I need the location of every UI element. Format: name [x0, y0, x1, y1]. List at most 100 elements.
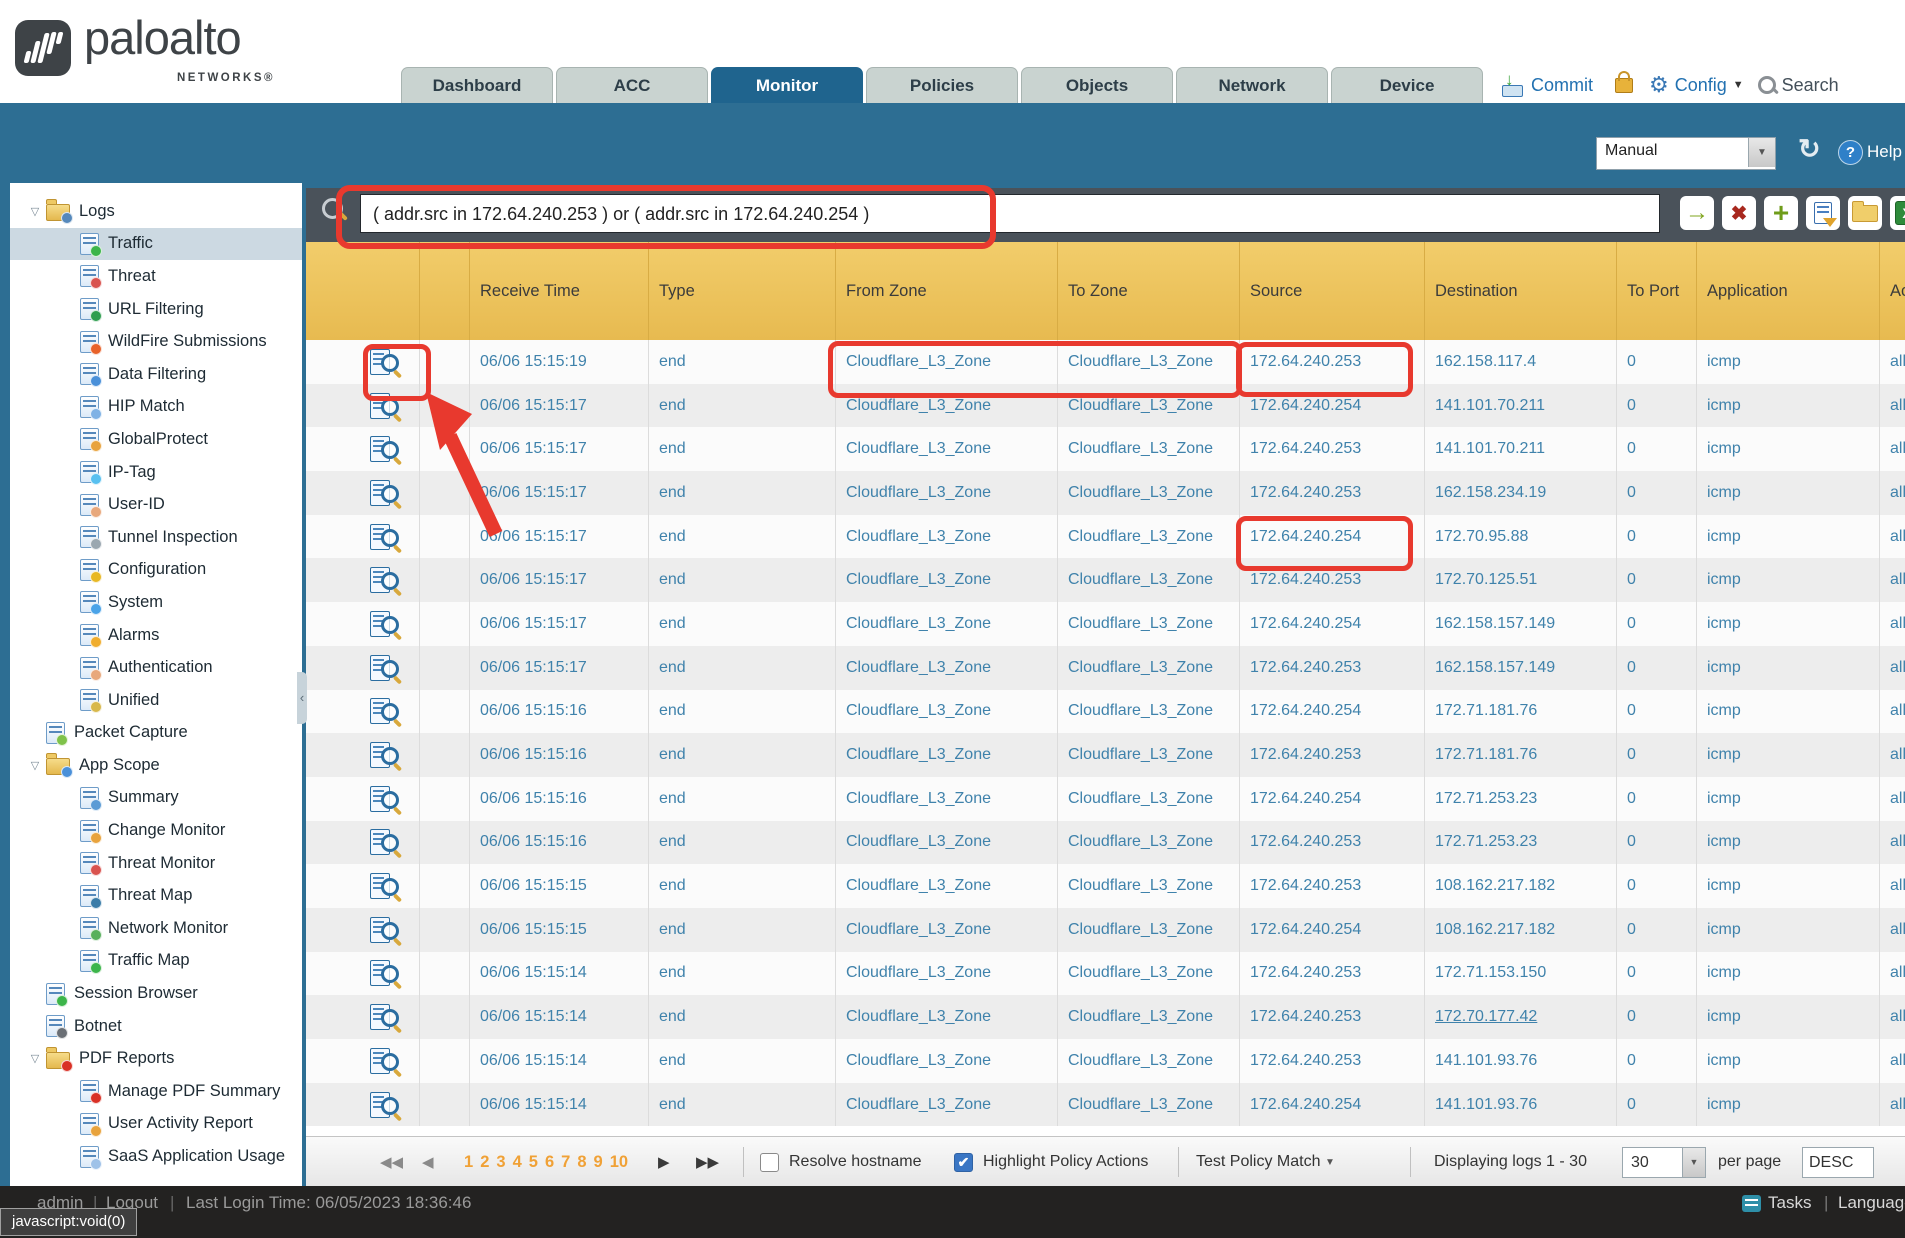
- type-cell[interactable]: end: [649, 864, 836, 908]
- log-detail-icon[interactable]: [370, 828, 400, 856]
- type-cell[interactable]: end: [649, 384, 836, 428]
- from-zone-cell[interactable]: Cloudflare_L3_Zone: [836, 733, 1058, 777]
- tab-objects[interactable]: Objects: [1021, 67, 1173, 103]
- type-cell[interactable]: end: [649, 427, 836, 471]
- sidebar-item-unified[interactable]: Unified: [10, 684, 302, 717]
- action-cell[interactable]: allow: [1880, 515, 1905, 559]
- apply-filter-icon[interactable]: →: [1680, 196, 1714, 230]
- receive-time-cell[interactable]: 06/06 15:15:14: [470, 952, 649, 996]
- type-cell[interactable]: end: [649, 995, 836, 1039]
- sidebar-item-alarms[interactable]: Alarms: [10, 619, 302, 652]
- sidebar-item-globalprotect[interactable]: GlobalProtect: [10, 423, 302, 456]
- page-link-5[interactable]: 5: [529, 1153, 538, 1172]
- receive-time-cell[interactable]: 06/06 15:15:16: [470, 733, 649, 777]
- saved-filters-icon[interactable]: [1848, 196, 1882, 230]
- to-zone-cell[interactable]: Cloudflare_L3_Zone: [1058, 1039, 1240, 1083]
- clear-filter-icon[interactable]: ✖: [1722, 196, 1756, 230]
- to-port-cell[interactable]: 0: [1617, 558, 1697, 602]
- to-zone-cell[interactable]: Cloudflare_L3_Zone: [1058, 427, 1240, 471]
- log-row[interactable]: 06/06 15:15:17endCloudflare_L3_ZoneCloud…: [306, 384, 1905, 428]
- tab-acc[interactable]: ACC: [556, 67, 708, 103]
- tasks-button[interactable]: Tasks: [1768, 1193, 1811, 1213]
- to-zone-cell[interactable]: Cloudflare_L3_Zone: [1058, 646, 1240, 690]
- expand-triangle-icon[interactable]: ▽: [24, 205, 46, 218]
- search-button[interactable]: Search: [1782, 75, 1839, 96]
- sidebar-item-botnet[interactable]: Botnet: [10, 1010, 302, 1043]
- sidebar-item-traffic[interactable]: Traffic: [10, 228, 302, 261]
- expand-triangle-icon[interactable]: ▽: [24, 759, 46, 772]
- receive-time-cell[interactable]: 06/06 15:15:16: [470, 777, 649, 821]
- log-detail-icon[interactable]: [370, 741, 400, 769]
- log-detail-icon[interactable]: [370, 392, 400, 420]
- type-cell[interactable]: end: [649, 690, 836, 734]
- destination-cell[interactable]: 172.71.181.76: [1425, 690, 1617, 734]
- action-cell[interactable]: allow: [1880, 1039, 1905, 1083]
- source-cell[interactable]: 172.64.240.253: [1240, 340, 1425, 384]
- log-detail-icon[interactable]: [370, 348, 400, 376]
- sidebar-item-packet-capture[interactable]: Packet Capture: [10, 717, 302, 750]
- log-detail-icon[interactable]: [370, 785, 400, 813]
- config-button[interactable]: Config: [1675, 75, 1727, 96]
- tab-device[interactable]: Device: [1331, 67, 1483, 103]
- log-row[interactable]: 06/06 15:15:16endCloudflare_L3_ZoneCloud…: [306, 777, 1905, 821]
- to-port-cell[interactable]: 0: [1617, 821, 1697, 865]
- application-cell[interactable]: icmp: [1697, 864, 1880, 908]
- next-page-button[interactable]: ▶: [658, 1137, 670, 1187]
- application-cell[interactable]: icmp: [1697, 777, 1880, 821]
- receive-time-cell[interactable]: 06/06 15:15:16: [470, 690, 649, 734]
- action-cell[interactable]: allow: [1880, 427, 1905, 471]
- log-detail-icon[interactable]: [370, 610, 400, 638]
- log-detail-icon[interactable]: [370, 1091, 400, 1119]
- application-cell[interactable]: icmp: [1697, 384, 1880, 428]
- sidebar-item-configuration[interactable]: Configuration: [10, 554, 302, 587]
- sidebar-item-change-monitor[interactable]: Change Monitor: [10, 814, 302, 847]
- type-cell[interactable]: end: [649, 908, 836, 952]
- to-zone-cell[interactable]: Cloudflare_L3_Zone: [1058, 952, 1240, 996]
- log-row[interactable]: 06/06 15:15:17endCloudflare_L3_ZoneCloud…: [306, 602, 1905, 646]
- source-cell[interactable]: 172.64.240.253: [1240, 864, 1425, 908]
- type-cell[interactable]: end: [649, 646, 836, 690]
- destination-cell[interactable]: 108.162.217.182: [1425, 864, 1617, 908]
- action-cell[interactable]: allow: [1880, 952, 1905, 996]
- application-cell[interactable]: icmp: [1697, 471, 1880, 515]
- sidebar-item-url-filtering[interactable]: URL Filtering: [10, 293, 302, 326]
- to-port-cell[interactable]: 0: [1617, 1039, 1697, 1083]
- sidebar-collapse-handle[interactable]: ‹: [297, 672, 307, 724]
- action-cell[interactable]: allow: [1880, 733, 1905, 777]
- application-cell[interactable]: icmp: [1697, 427, 1880, 471]
- from-zone-cell[interactable]: Cloudflare_L3_Zone: [836, 777, 1058, 821]
- column-header-type[interactable]: Type: [649, 242, 836, 340]
- source-cell[interactable]: 172.64.240.254: [1240, 602, 1425, 646]
- log-row[interactable]: 06/06 15:15:19endCloudflare_L3_ZoneCloud…: [306, 340, 1905, 384]
- add-filter-icon[interactable]: +: [1764, 196, 1798, 230]
- lock-icon[interactable]: [1615, 78, 1633, 93]
- log-detail-icon[interactable]: [370, 872, 400, 900]
- column-header-to-port[interactable]: To Port: [1617, 242, 1697, 340]
- type-cell[interactable]: end: [649, 340, 836, 384]
- from-zone-cell[interactable]: Cloudflare_L3_Zone: [836, 821, 1058, 865]
- log-row[interactable]: 06/06 15:15:16endCloudflare_L3_ZoneCloud…: [306, 690, 1905, 734]
- to-zone-cell[interactable]: Cloudflare_L3_Zone: [1058, 908, 1240, 952]
- type-cell[interactable]: end: [649, 1083, 836, 1127]
- log-row[interactable]: 06/06 15:15:16endCloudflare_L3_ZoneCloud…: [306, 733, 1905, 777]
- log-row[interactable]: 06/06 15:15:15endCloudflare_L3_ZoneCloud…: [306, 864, 1905, 908]
- sidebar-item-wildfire-submissions[interactable]: WildFire Submissions: [10, 325, 302, 358]
- application-cell[interactable]: icmp: [1697, 908, 1880, 952]
- action-cell[interactable]: allow: [1880, 777, 1905, 821]
- action-cell[interactable]: allow: [1880, 864, 1905, 908]
- from-zone-cell[interactable]: Cloudflare_L3_Zone: [836, 515, 1058, 559]
- destination-cell[interactable]: 162.158.117.4: [1425, 340, 1617, 384]
- type-cell[interactable]: end: [649, 471, 836, 515]
- to-zone-cell[interactable]: Cloudflare_L3_Zone: [1058, 690, 1240, 734]
- receive-time-cell[interactable]: 06/06 15:15:17: [470, 558, 649, 602]
- log-detail-icon[interactable]: [370, 479, 400, 507]
- source-cell[interactable]: 172.64.240.253: [1240, 427, 1425, 471]
- sidebar-item-ip-tag[interactable]: IP-Tag: [10, 456, 302, 489]
- destination-cell[interactable]: 162.158.157.149: [1425, 602, 1617, 646]
- log-row[interactable]: 06/06 15:15:14endCloudflare_L3_ZoneCloud…: [306, 1039, 1905, 1083]
- destination-cell[interactable]: 108.162.217.182: [1425, 908, 1617, 952]
- page-link-3[interactable]: 3: [496, 1153, 505, 1172]
- from-zone-cell[interactable]: Cloudflare_L3_Zone: [836, 952, 1058, 996]
- destination-cell[interactable]: 172.71.181.76: [1425, 733, 1617, 777]
- source-cell[interactable]: 172.64.240.254: [1240, 1083, 1425, 1127]
